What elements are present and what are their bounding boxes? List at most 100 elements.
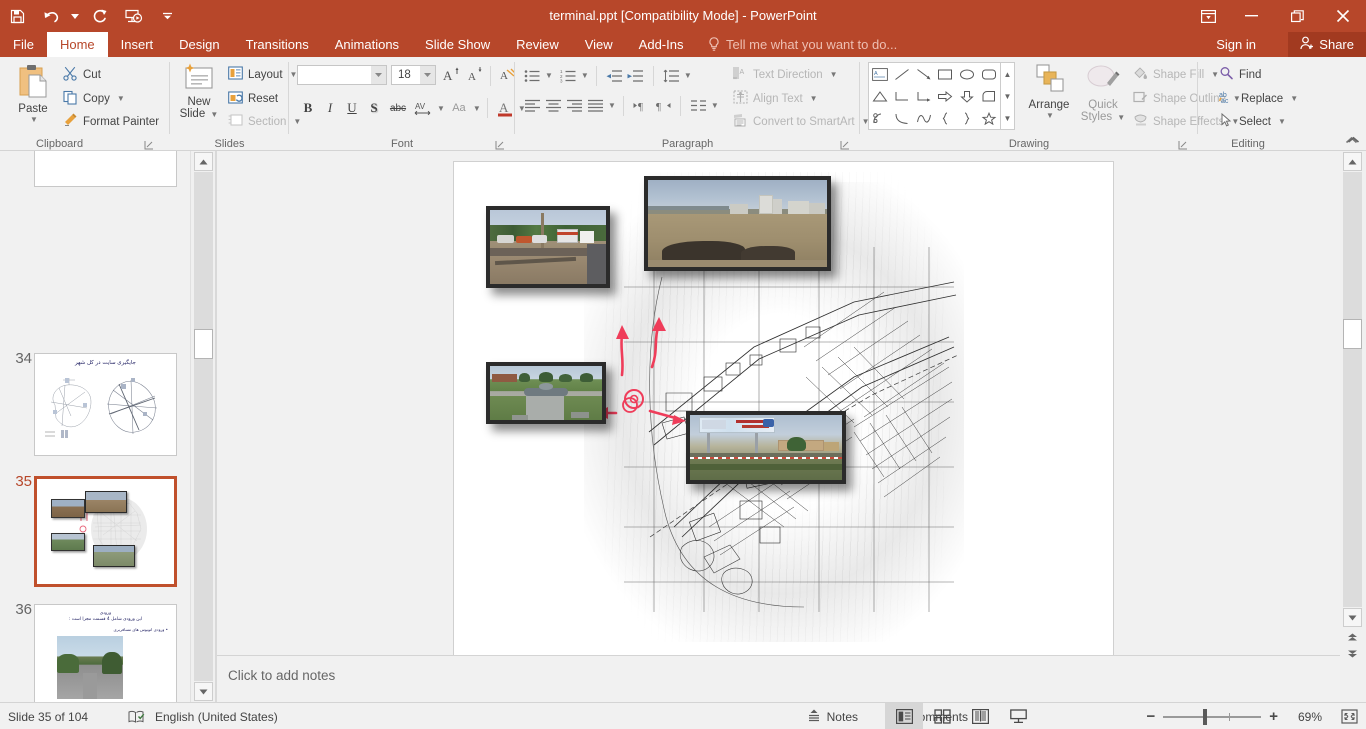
text-direction-button[interactable]: A Text Direction ▼	[730, 63, 841, 86]
underline-button[interactable]: U	[341, 97, 363, 119]
convert-to-smartart-button[interactable]: Convert to SmartArt ▼	[730, 110, 873, 133]
list-item[interactable]: جایگیری سایت در کل شهر	[34, 353, 177, 456]
shape-scribble-icon[interactable]	[869, 107, 891, 129]
zoom-slider[interactable]: − +	[1146, 703, 1278, 729]
reset-button[interactable]: Reset	[225, 87, 281, 110]
align-center-button[interactable]	[543, 95, 564, 116]
slide-sorter-icon[interactable]	[923, 703, 961, 729]
collapse-ribbon-chevron-icon[interactable]	[1340, 130, 1366, 150]
select-dropdown-icon[interactable]: ▼	[1278, 117, 1286, 126]
slide-show-icon[interactable]	[999, 703, 1037, 729]
shape-elbow-arrow-icon[interactable]	[913, 85, 935, 107]
slide-counter[interactable]: Slide 35 of 104	[8, 703, 88, 729]
shape-triangle-icon[interactable]	[869, 85, 891, 107]
numbering-dropdown-icon[interactable]: ▼	[581, 71, 589, 80]
slide-area-scrollbar[interactable]	[1340, 136, 1366, 702]
slide-canvas[interactable]	[453, 161, 1114, 657]
italic-button[interactable]: I	[319, 97, 341, 119]
minimize-button[interactable]	[1228, 0, 1274, 32]
slide-scroll-track[interactable]	[1343, 172, 1362, 607]
restore-button[interactable]	[1274, 0, 1320, 32]
slide-thumbnail-pane[interactable]: 34 جایگیری سایت در کل شهر 35 36 ورودی ای…	[0, 151, 190, 702]
arrange-dropdown-icon[interactable]: ▼	[1046, 111, 1054, 120]
tell-me-search[interactable]: Tell me what you want to do...	[708, 32, 897, 57]
redo-icon[interactable]	[82, 1, 116, 31]
shape-arc-icon[interactable]	[891, 107, 913, 129]
shape-rectangle-icon[interactable]	[935, 63, 957, 85]
paste-dropdown-icon[interactable]: ▼	[30, 115, 38, 124]
shape-arrow-icon[interactable]	[913, 63, 935, 85]
font-color-button[interactable]: A	[494, 97, 516, 119]
shape-down-arrow-icon[interactable]	[956, 85, 978, 107]
select-button[interactable]: Select ▼	[1216, 110, 1289, 133]
font-dialog-launcher[interactable]	[495, 137, 507, 150]
shape-line-icon[interactable]	[891, 63, 913, 85]
increase-font-size-button[interactable]: A	[441, 64, 463, 86]
paste-button[interactable]: Paste ▼	[8, 63, 58, 124]
columns-button[interactable]	[688, 95, 709, 116]
align-left-button[interactable]	[522, 95, 543, 116]
ribbon-display-options-icon[interactable]	[1188, 0, 1228, 32]
replace-button[interactable]: ab ac Replace ▼	[1216, 87, 1301, 110]
thumbnail-scroll-thumb[interactable]	[194, 329, 213, 359]
change-case-dropdown-icon[interactable]: ▼	[473, 104, 481, 113]
zoom-handle[interactable]	[1203, 708, 1208, 725]
zoom-in-button[interactable]: +	[1269, 708, 1278, 725]
tab-slide-show[interactable]: Slide Show	[412, 32, 503, 57]
tab-animations[interactable]: Animations	[322, 32, 412, 57]
rtl-direction-button[interactable]: ¶	[652, 95, 673, 116]
tab-home[interactable]: Home	[46, 32, 108, 57]
customize-quick-access-toolbar-icon[interactable]	[150, 1, 184, 31]
change-case-button[interactable]: Aa	[447, 97, 471, 119]
character-spacing-dropdown-icon[interactable]: ▼	[437, 104, 445, 113]
shapes-gallery-scrollbar[interactable]: ▲ ▼ ▼	[1001, 62, 1015, 130]
list-item[interactable]: ورودی این ورودی شامل 4 قسمت مجزا است : •…	[34, 604, 177, 702]
fit-to-window-icon[interactable]	[1341, 703, 1358, 729]
spellcheck-icon[interactable]	[128, 703, 145, 729]
decrease-font-size-button[interactable]: A	[465, 64, 487, 86]
slide-scroll-thumb[interactable]	[1343, 319, 1362, 349]
list-item-selected[interactable]	[34, 476, 177, 587]
shapes-scroll-down-icon[interactable]: ▼	[1004, 92, 1012, 101]
increase-indent-button[interactable]	[625, 65, 646, 86]
save-icon[interactable]	[0, 1, 34, 31]
zoom-track[interactable]	[1163, 708, 1262, 725]
line-spacing-dropdown-icon[interactable]: ▼	[684, 71, 692, 80]
shape-right-brace-icon[interactable]	[956, 107, 978, 129]
next-slide-button[interactable]	[1343, 645, 1362, 662]
copy-dropdown-icon[interactable]: ▼	[117, 94, 125, 103]
font-name-dropdown-icon[interactable]	[371, 66, 386, 84]
thumbnail-pane-scrollbar[interactable]	[190, 151, 215, 702]
shapes-scroll-up-icon[interactable]: ▲	[1004, 70, 1012, 79]
tab-file[interactable]: File	[0, 32, 47, 57]
justify-button[interactable]	[585, 95, 606, 116]
line-spacing-button[interactable]	[661, 65, 682, 86]
tab-review[interactable]: Review	[503, 32, 572, 57]
previous-slide-button[interactable]	[1343, 628, 1362, 645]
bullets-dropdown-icon[interactable]: ▼	[545, 71, 553, 80]
format-painter-button[interactable]: Format Painter	[60, 110, 162, 133]
thumbnail-scroll-track[interactable]	[194, 172, 213, 681]
thumbnail-scroll-up-button[interactable]	[194, 152, 213, 171]
new-slide-label-2[interactable]: Slide ▼	[180, 108, 219, 120]
replace-dropdown-icon[interactable]: ▼	[1290, 94, 1298, 103]
align-text-dropdown-icon[interactable]: ▼	[810, 94, 818, 103]
shape-curve-icon[interactable]	[913, 107, 935, 129]
shape-star-icon[interactable]	[978, 107, 1000, 129]
slide-scroll-down-button[interactable]	[1343, 608, 1362, 627]
new-slide-button[interactable]: New Slide ▼	[175, 63, 223, 120]
shape-flowchart-icon[interactable]	[978, 85, 1000, 107]
text-direction-dropdown-icon[interactable]: ▼	[830, 70, 838, 79]
share-button[interactable]: Share	[1288, 32, 1366, 57]
paragraph-dialog-launcher[interactable]	[840, 137, 852, 150]
numbering-button[interactable]: 123	[558, 65, 579, 86]
copy-button[interactable]: Copy ▼	[60, 87, 128, 110]
cut-button[interactable]: Cut	[60, 63, 104, 86]
slide-edit-area[interactable]	[217, 151, 1340, 657]
ltr-direction-button[interactable]: ¶	[631, 95, 652, 116]
thumbnail-scroll-down-button[interactable]	[194, 682, 213, 701]
clipboard-dialog-launcher[interactable]	[144, 137, 156, 150]
notes-button[interactable]: Notes	[807, 703, 858, 729]
shape-oval-icon[interactable]	[956, 63, 978, 85]
font-size-dropdown-icon[interactable]	[420, 66, 435, 84]
